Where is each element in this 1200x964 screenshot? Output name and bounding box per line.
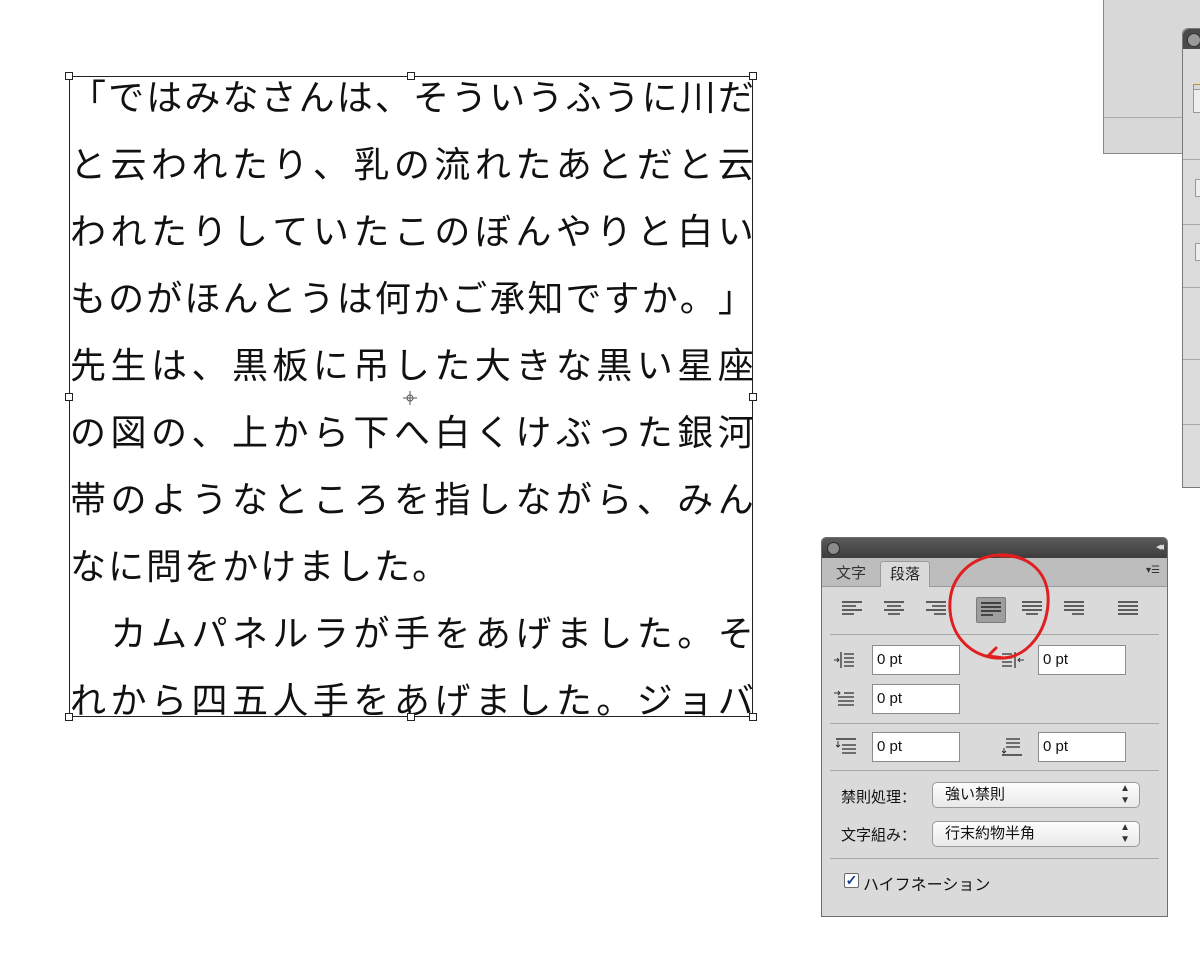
space-after-field[interactable]: 0 pt <box>1038 732 1126 762</box>
tab-character[interactable]: 文字 <box>828 561 874 586</box>
resize-handle-bottom-left[interactable] <box>65 713 73 721</box>
left-indent-field[interactable]: 0 pt <box>872 645 960 675</box>
space-after-icon <box>1001 736 1024 758</box>
panel-tab-row: 文字 段落 ▾☰ <box>822 558 1167 587</box>
justify-all-icon <box>1118 601 1138 615</box>
justify-last-center-button[interactable] <box>1018 597 1048 623</box>
resize-handle-top-left[interactable] <box>65 72 73 80</box>
resize-handle-left[interactable] <box>65 393 73 401</box>
paragraph-panel: ◂◂ 文字 段落 ▾☰ 0 pt 0 pt 0 pt 0 pt 0 pt 禁則処… <box>821 537 1168 917</box>
align-left-button[interactable] <box>838 597 868 623</box>
tab-paragraph[interactable]: 段落 <box>880 561 931 587</box>
justify-last-right-icon <box>1064 601 1084 615</box>
text-line: れから四五人手をあげました。ジョバ <box>70 681 754 722</box>
text-line: の図の、上から下へ白くけぶった銀河 <box>70 413 754 454</box>
mojikumi-label: 文字組み： <box>841 827 917 844</box>
space-before-field[interactable]: 0 pt <box>872 732 960 762</box>
justify-last-left-icon <box>981 602 1001 616</box>
collapse-panel-icon[interactable]: ◂◂ <box>1156 540 1164 553</box>
align-right-icon <box>926 601 946 615</box>
mojikumi-select[interactable]: 行末約物半角 ▲ ▼ <box>932 821 1140 847</box>
text-line: なに問をかけました。 <box>70 547 449 588</box>
resize-handle-top-right[interactable] <box>749 72 757 80</box>
select-arrows-icon: ▲ ▼ <box>1120 822 1130 845</box>
left-indent-icon <box>834 650 856 672</box>
first-line-indent-field[interactable]: 0 pt <box>872 684 960 714</box>
justify-all-button[interactable] <box>1114 597 1144 623</box>
text-line: カムパネルラが手をあげました。そ <box>110 614 754 655</box>
align-left-icon <box>842 601 862 615</box>
background-panel-secondary <box>1182 28 1200 488</box>
resize-handle-bottom-right[interactable] <box>749 713 757 721</box>
divider <box>830 723 1159 724</box>
kinsoku-value: 強い禁則 <box>945 786 1006 803</box>
resize-handle-right[interactable] <box>749 393 757 401</box>
right-indent-field[interactable]: 0 pt <box>1038 645 1126 675</box>
text-line: われたりしていたこのぼんやりと白い <box>70 212 754 253</box>
resize-handle-bottom[interactable] <box>407 713 415 721</box>
text-line: 帯のようなところを指しながら、みん <box>70 480 754 521</box>
divider <box>830 770 1159 771</box>
first-line-indent-icon <box>834 689 856 711</box>
text-line: ものがほんとうは何かご承知ですか。」 <box>70 279 754 320</box>
justify-last-center-icon <box>1022 601 1042 615</box>
justify-last-left-button[interactable] <box>976 597 1006 623</box>
align-center-button[interactable] <box>880 597 910 623</box>
right-indent-icon <box>1002 650 1024 672</box>
mojikumi-value: 行末約物半角 <box>945 825 1036 842</box>
resize-handle-top[interactable] <box>407 72 415 80</box>
align-center-icon <box>884 601 904 615</box>
hyphenation-checkbox[interactable]: ✓ <box>844 873 859 888</box>
kinsoku-label: 禁則処理： <box>841 789 917 806</box>
align-right-button[interactable] <box>922 597 952 623</box>
kinsoku-select[interactable]: 強い禁則 ▲ ▼ <box>932 782 1140 808</box>
divider <box>830 858 1159 859</box>
space-before-icon <box>835 736 858 758</box>
close-icon[interactable] <box>827 542 840 555</box>
alignment-buttons <box>822 587 1167 633</box>
frame-center-point-icon <box>403 391 417 405</box>
panel-titlebar[interactable]: ◂◂ <box>822 538 1167 558</box>
divider <box>830 634 1159 635</box>
panel-menu-icon[interactable]: ▾☰ <box>1146 565 1160 576</box>
hyphenation-label[interactable]: ハイフネーション <box>863 871 990 895</box>
select-arrows-icon: ▲ ▼ <box>1120 783 1130 806</box>
justify-last-right-button[interactable] <box>1060 597 1090 623</box>
text-line: と云われたり、乳の流れたあとだと云 <box>70 145 754 186</box>
